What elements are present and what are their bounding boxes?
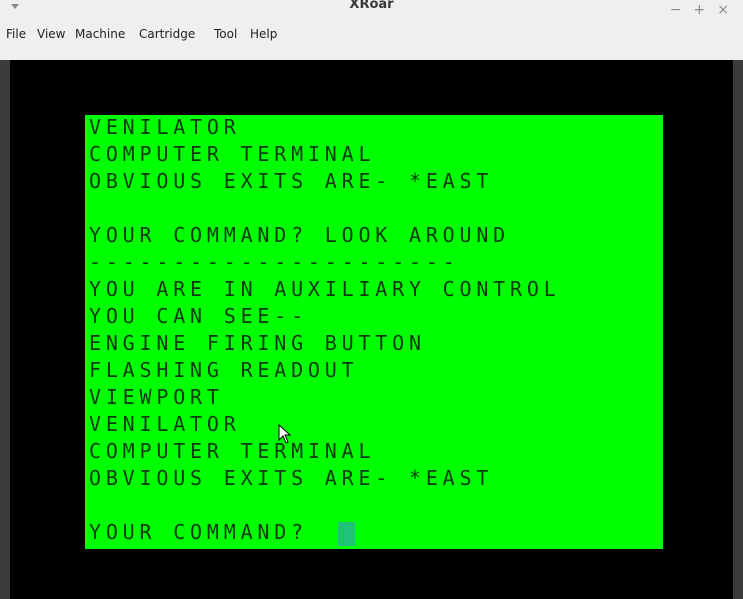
terminal-line: FLASHING READOUT [89, 358, 359, 382]
text-cursor [338, 522, 355, 546]
terminal-line: YOUR COMMAND? LOOK AROUND [89, 223, 511, 247]
xroar-window: XRoar − + × File View Machine Cartridge … [0, 0, 743, 599]
terminal-line: YOU ARE IN AUXILIARY CONTROL [89, 277, 561, 301]
window-frame-right [733, 60, 743, 599]
menu-view[interactable]: View [37, 22, 65, 46]
emulator-display[interactable]: VENILATOR COMPUTER TERMINAL OBVIOUS EXIT… [10, 60, 733, 599]
menu-machine[interactable]: Machine [75, 22, 125, 46]
terminal-line: OBVIOUS EXITS ARE- *EAST [89, 169, 494, 193]
terminal-screen[interactable]: VENILATOR COMPUTER TERMINAL OBVIOUS EXIT… [85, 115, 663, 549]
menu-tool[interactable]: Tool [214, 22, 237, 46]
terminal-prompt: YOUR COMMAND? [89, 520, 325, 544]
terminal-line: VENILATOR [89, 412, 241, 436]
terminal-line: OBVIOUS EXITS ARE- *EAST [89, 466, 494, 490]
mouse-pointer-icon [278, 424, 292, 444]
menu-cartridge[interactable]: Cartridge [139, 22, 195, 46]
terminal-line: ENGINE FIRING BUTTON [89, 331, 426, 355]
terminal-line: ---------------------- [89, 250, 460, 274]
terminal-line: COMPUTER TERMINAL [89, 142, 376, 166]
window-frame-left [0, 60, 10, 599]
window-title: XRoar [349, 0, 394, 12]
terminal-line: COMPUTER TERMINAL [89, 439, 376, 463]
maximize-icon[interactable]: + [694, 0, 706, 20]
window-controls: − + × [670, 0, 729, 20]
menu-file[interactable]: File [6, 22, 26, 46]
close-icon[interactable]: × [717, 0, 729, 20]
menu-bar: File View Machine Cartridge Tool Help [0, 27, 743, 60]
menu-help[interactable]: Help [250, 22, 277, 46]
minimize-icon[interactable]: − [670, 0, 682, 20]
terminal-line: YOU CAN SEE-- [89, 304, 308, 328]
terminal-line: VIEWPORT [89, 385, 224, 409]
terminal-line: VENILATOR [89, 115, 241, 139]
